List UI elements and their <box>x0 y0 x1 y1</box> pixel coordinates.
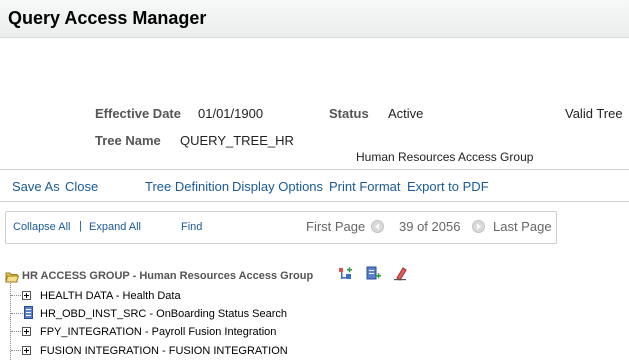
insert-child-icon[interactable] <box>338 266 353 286</box>
first-page-label: First Page <box>306 219 366 234</box>
last-page-label: Last Page <box>493 219 552 234</box>
tree-name-label: Tree Name <box>95 133 161 148</box>
previous-page-icon[interactable] <box>371 220 384 233</box>
tree-node[interactable]: FUSION INTEGRATION - FUSION INTEGRATION <box>40 345 288 357</box>
effective-date-label: Effective Date <box>95 106 181 121</box>
expand-node-icon[interactable] <box>22 327 31 336</box>
delete-eraser-icon[interactable] <box>393 266 408 286</box>
export-to-pdf-link[interactable]: Export to PDF <box>407 179 489 194</box>
expand-node-icon[interactable] <box>22 291 31 300</box>
open-folder-icon <box>5 270 20 288</box>
insert-record-icon[interactable] <box>366 266 381 286</box>
valid-tree-text: Valid Tree <box>565 106 623 121</box>
nav-separator: | <box>79 220 82 232</box>
effective-date-value: 01/01/1900 <box>198 106 264 121</box>
tree-node[interactable]: FPY_INTEGRATION - Payroll Fusion Integra… <box>40 326 276 338</box>
expand-all-link[interactable]: Expand All <box>89 221 141 233</box>
page-title: Query Access Manager <box>8 8 207 28</box>
collapse-all-link[interactable]: Collapse All <box>13 221 70 233</box>
page-position: 39 of 2056 <box>399 219 461 234</box>
print-format-link[interactable]: Print Format <box>329 179 401 194</box>
find-link[interactable]: Find <box>181 221 202 233</box>
record-icon <box>24 306 33 324</box>
tree-node[interactable]: HEALTH DATA - Health Data <box>40 290 181 302</box>
status-value: Active <box>388 106 424 121</box>
close-link[interactable]: Close <box>65 179 98 194</box>
save-as-link[interactable]: Save As <box>12 179 60 194</box>
next-page-icon[interactable] <box>472 220 485 233</box>
tree-connector <box>11 313 23 314</box>
tree-name-value: QUERY_TREE_HR <box>180 133 294 148</box>
tree-description: Human Resources Access Group <box>356 150 534 164</box>
status-label: Status <box>329 106 369 121</box>
display-options-link[interactable]: Display Options <box>232 179 323 194</box>
tree-root-node[interactable]: HR ACCESS GROUP - Human Resources Access… <box>22 270 313 282</box>
details-divider <box>0 169 629 170</box>
toolbar-divider <box>0 201 629 202</box>
tree-navigation-bar: Collapse All | Expand All Find First Pag… <box>5 211 557 244</box>
tree-definition-link[interactable]: Tree Definition <box>145 179 229 194</box>
title-bar: Query Access Manager <box>0 0 629 38</box>
tree-node[interactable]: HR_OBD_INST_SRC - OnBoarding Status Sear… <box>40 308 287 320</box>
expand-node-icon[interactable] <box>22 346 31 355</box>
